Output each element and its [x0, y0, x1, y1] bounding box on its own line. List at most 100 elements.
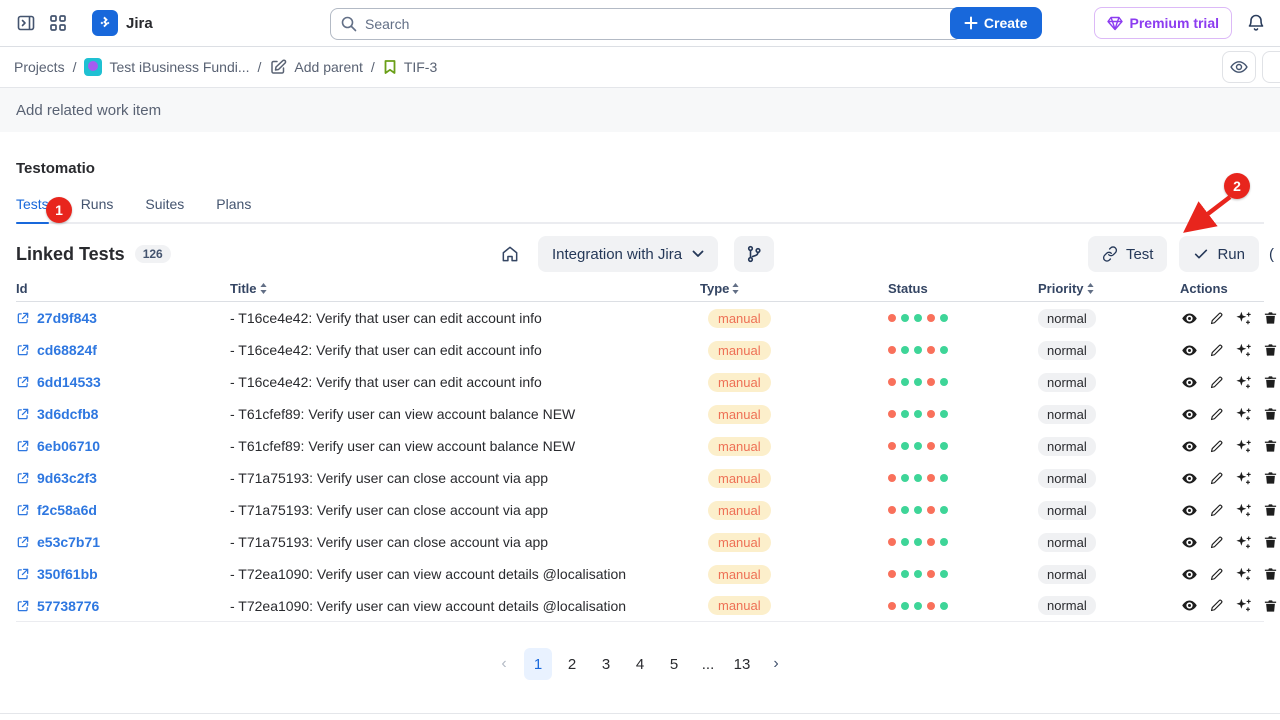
status-dot-red — [927, 602, 935, 610]
edit-test-button[interactable] — [1208, 566, 1225, 583]
delete-test-button[interactable] — [1262, 469, 1279, 487]
delete-test-button[interactable] — [1262, 597, 1279, 615]
sparkles-icon — [1235, 438, 1252, 455]
delete-test-button[interactable] — [1262, 565, 1279, 583]
jira-home-link[interactable]: Jira — [92, 10, 153, 36]
ai-sparkles-button[interactable] — [1234, 565, 1253, 584]
type-badge: manual — [708, 501, 771, 520]
view-test-button[interactable] — [1180, 309, 1199, 328]
ai-sparkles-button[interactable] — [1234, 405, 1253, 424]
column-header-label: Status — [888, 281, 928, 296]
ai-sparkles-button[interactable] — [1234, 437, 1253, 456]
tab-suites[interactable]: Suites — [145, 196, 184, 222]
view-test-button[interactable] — [1180, 469, 1199, 488]
view-test-button[interactable] — [1180, 501, 1199, 520]
pagination-page-4[interactable]: 4 — [626, 648, 654, 680]
column-header-type[interactable]: Type — [700, 281, 880, 296]
external-link-icon — [16, 535, 30, 549]
test-id-link[interactable]: cd68824f — [16, 342, 230, 358]
column-header-title[interactable]: Title — [230, 281, 700, 296]
delete-test-button[interactable] — [1262, 405, 1279, 423]
edit-test-button[interactable] — [1208, 438, 1225, 455]
test-id-link[interactable]: 9d63c2f3 — [16, 470, 230, 486]
ai-sparkles-button[interactable] — [1234, 341, 1253, 360]
breadcrumb-separator: / — [73, 59, 77, 75]
create-button[interactable]: Create — [950, 7, 1042, 39]
tab-runs[interactable]: Runs — [81, 196, 114, 222]
premium-trial-button[interactable]: Premium trial — [1094, 7, 1232, 39]
test-id-label: cd68824f — [37, 342, 97, 358]
ai-sparkles-button[interactable] — [1234, 501, 1253, 520]
pagination-page-2[interactable]: 2 — [558, 648, 586, 680]
view-test-button[interactable] — [1180, 565, 1199, 584]
ai-sparkles-button[interactable] — [1234, 533, 1253, 552]
sidebar-toggle-button[interactable] — [10, 7, 42, 39]
status-cell — [880, 314, 1038, 322]
app-switcher-button[interactable] — [42, 7, 74, 39]
view-test-button[interactable] — [1180, 533, 1199, 552]
delete-test-button[interactable] — [1262, 501, 1279, 519]
view-test-button[interactable] — [1180, 341, 1199, 360]
add-related-band: Add related work item — [0, 88, 1280, 132]
sparkles-icon — [1235, 470, 1252, 487]
test-id-link[interactable]: 6dd14533 — [16, 374, 230, 390]
delete-test-button[interactable] — [1262, 373, 1279, 391]
search-input[interactable] — [330, 8, 962, 40]
notifications-button[interactable] — [1240, 7, 1272, 39]
test-id-link[interactable]: e53c7b71 — [16, 534, 230, 550]
test-id-label: 6dd14533 — [37, 374, 101, 390]
edit-test-button[interactable] — [1208, 310, 1225, 327]
edit-test-button[interactable] — [1208, 374, 1225, 391]
ai-sparkles-button[interactable] — [1234, 596, 1253, 615]
table-row: 27d9f843 - T16ce4e42: Verify that user c… — [16, 302, 1264, 334]
table-row: 3d6dcfb8 - T61cfef89: Verify user can vi… — [16, 398, 1264, 430]
pagination-page-5[interactable]: 5 — [660, 648, 688, 680]
edit-test-button[interactable] — [1208, 534, 1225, 551]
test-id-link[interactable]: 350f61bb — [16, 566, 230, 582]
pagination-page-1[interactable]: 1 — [524, 648, 552, 680]
add-parent-link[interactable]: Add parent — [269, 58, 363, 76]
test-id-link[interactable]: f2c58a6d — [16, 502, 230, 518]
trash-icon — [1263, 566, 1278, 582]
column-header-priority[interactable]: Priority — [1038, 281, 1180, 296]
pagination-page-3[interactable]: 3 — [592, 648, 620, 680]
table-row: 57738776 - T72ea1090: Verify user can vi… — [16, 590, 1264, 622]
edit-test-button[interactable] — [1208, 342, 1225, 359]
ai-sparkles-button[interactable] — [1234, 309, 1253, 328]
edit-test-button[interactable] — [1208, 470, 1225, 487]
delete-test-button[interactable] — [1262, 437, 1279, 455]
test-id-link[interactable]: 3d6dcfb8 — [16, 406, 230, 422]
view-test-button[interactable] — [1180, 596, 1199, 615]
pagination-next-button[interactable]: › — [762, 648, 790, 680]
view-test-button[interactable] — [1180, 437, 1199, 456]
test-id-link[interactable]: 57738776 — [16, 598, 230, 614]
branch-select-dropdown[interactable]: Integration with Jira — [538, 236, 718, 272]
add-related-label[interactable]: Add related work item — [16, 102, 161, 119]
status-dots — [888, 378, 1038, 386]
test-id-link[interactable]: 27d9f843 — [16, 310, 230, 326]
watch-button[interactable] — [1222, 51, 1256, 83]
pagination-page-13[interactable]: 13 — [728, 648, 756, 680]
tab-plans[interactable]: Plans — [216, 196, 251, 222]
test-id-link[interactable]: 6eb06710 — [16, 438, 230, 454]
ai-sparkles-button[interactable] — [1234, 373, 1253, 392]
branches-button[interactable] — [734, 236, 774, 272]
more-actions-button-cutoff[interactable] — [1262, 51, 1280, 83]
link-test-button[interactable]: Test — [1088, 236, 1168, 272]
edit-test-button[interactable] — [1208, 406, 1225, 423]
breadcrumb-project-link[interactable]: Test iBusiness Fundi... — [84, 58, 249, 76]
view-test-button[interactable] — [1180, 405, 1199, 424]
issue-key-link[interactable]: TIF-3 — [383, 59, 437, 75]
run-button[interactable]: Run — [1179, 236, 1259, 272]
tab-tests[interactable]: Tests — [16, 196, 49, 222]
pagination-prev-button[interactable]: ‹ — [490, 648, 518, 680]
delete-test-button[interactable] — [1262, 309, 1279, 327]
edit-test-button[interactable] — [1208, 502, 1225, 519]
ai-sparkles-button[interactable] — [1234, 469, 1253, 488]
breadcrumb-projects-link[interactable]: Projects — [14, 59, 65, 75]
view-test-button[interactable] — [1180, 373, 1199, 392]
home-button[interactable] — [498, 242, 522, 266]
edit-test-button[interactable] — [1208, 597, 1225, 614]
delete-test-button[interactable] — [1262, 341, 1279, 359]
delete-test-button[interactable] — [1262, 533, 1279, 551]
